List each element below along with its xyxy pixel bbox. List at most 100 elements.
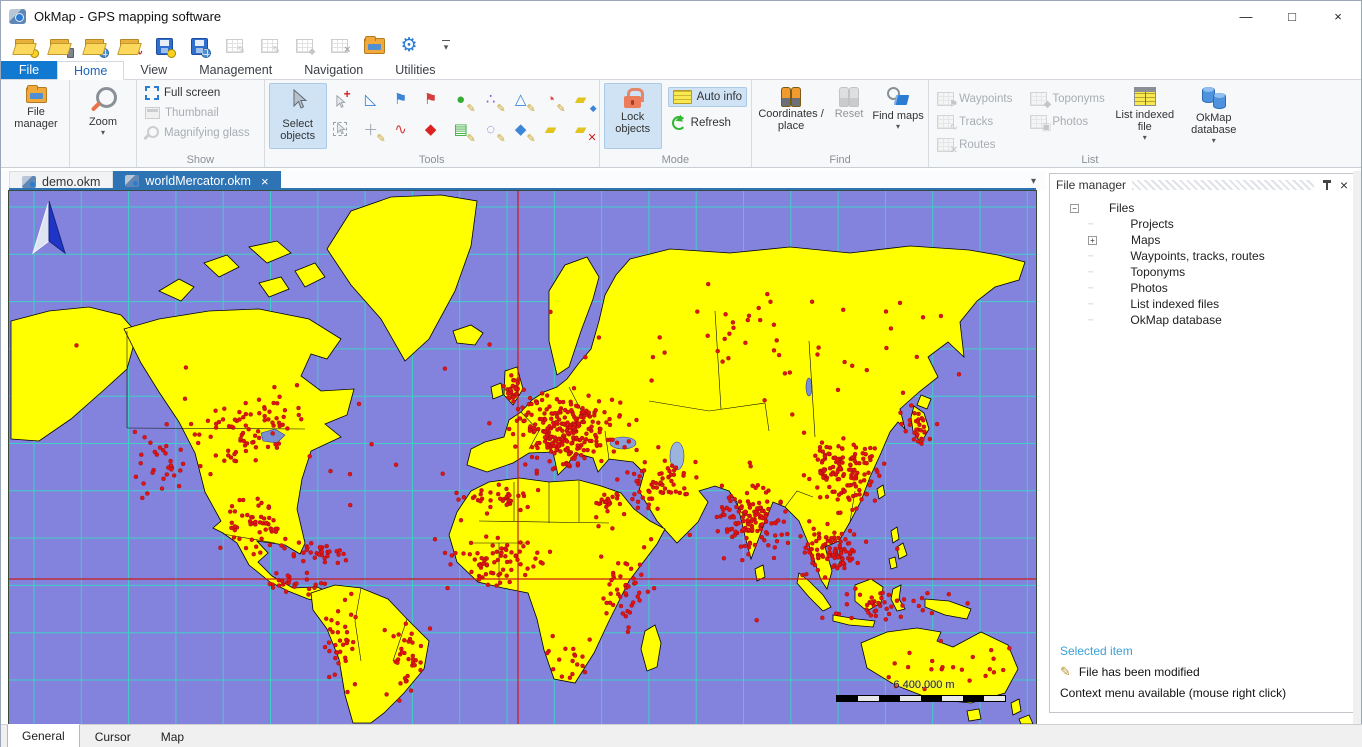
list-indexed-file-button[interactable]: List indexed file ▾	[1109, 83, 1181, 149]
draw-circle-tool[interactable]: ●✎	[447, 85, 475, 113]
zoom-button[interactable]: Zoom ▾	[74, 83, 132, 149]
lock-objects-button[interactable]: Lock objects	[604, 83, 662, 149]
open-web-map-button[interactable]	[81, 34, 107, 58]
database-icon	[1202, 87, 1226, 109]
window-title: OkMap - GPS mapping software	[34, 9, 221, 24]
tree-item-list-indexed-files[interactable]: ┄List indexed files	[1088, 296, 1354, 312]
tree-item-label: Files	[1109, 201, 1134, 215]
pencil-overlay-icon: ✎	[496, 102, 505, 115]
file-manager-home-button[interactable]	[361, 34, 387, 58]
tab-utilities[interactable]: Utilities	[379, 61, 451, 79]
tracks-list-button: ∿ Tracks	[933, 112, 1016, 132]
quick-access-toolbar: ∿✎✎◆×▾	[1, 31, 1361, 61]
grid-icon: ✎	[261, 39, 278, 53]
tree-item-label: Photos	[1130, 281, 1167, 295]
tree-item-label: Toponyms	[1130, 265, 1185, 279]
select-objects-button[interactable]: Select objects	[269, 83, 327, 149]
save-waypoints-button[interactable]	[151, 34, 177, 58]
map-canvas[interactable]: 6.400.000 m	[9, 191, 1036, 724]
pin-icon[interactable]	[1320, 178, 1334, 192]
insert-waypoint-tool[interactable]: ⚑	[387, 85, 415, 113]
chevron-down-icon: ▾	[101, 128, 105, 137]
world-map[interactable]	[9, 191, 1036, 724]
file-manager-button[interactable]: File manager	[7, 83, 65, 149]
panel-title: File manager	[1056, 178, 1126, 192]
ruler-tool[interactable]: ▰	[537, 115, 565, 143]
tree-item-toponyms[interactable]: ┄Toponyms	[1088, 264, 1354, 280]
tab-view[interactable]: View	[124, 61, 183, 79]
waypoints-list-button: ⚑ Waypoints	[933, 89, 1016, 109]
status-tab-map[interactable]: Map	[146, 725, 199, 747]
open-track-file-button[interactable]: ∿	[116, 34, 142, 58]
measure-ruler-tool[interactable]: ▰◆	[567, 85, 595, 113]
ribbon-group-tools: Select objects + ◺⚑⚑●✎∴✎△✎◔✎▰◆＋✎∿◆▤✎◌✎◆✎…	[264, 80, 599, 167]
photos-grid-icon: ▣	[1030, 115, 1047, 129]
tab-file[interactable]: File	[1, 61, 57, 79]
tree-item-photos[interactable]: ┄Photos	[1088, 280, 1354, 296]
pencil-overlay-icon: ✎	[466, 102, 475, 115]
draw-ellipse-tool[interactable]: ◌✎	[477, 115, 505, 143]
magnifying-glass-icon	[145, 126, 159, 140]
tab-management[interactable]: Management	[183, 61, 288, 79]
settings-gear-button[interactable]	[396, 34, 422, 58]
modified-text: File has been modified	[1079, 665, 1200, 679]
qat-overflow-button[interactable]: ▾	[437, 40, 455, 52]
status-tab-cursor[interactable]: Cursor	[80, 725, 146, 747]
panel-close-icon[interactable]: ×	[1340, 178, 1348, 192]
open-local-file-button[interactable]	[46, 34, 72, 58]
move-objects-tool[interactable]: ＋✎	[357, 115, 385, 143]
add-selection-cursor-button[interactable]: +	[329, 89, 351, 113]
draw-polygon-tool[interactable]: ◆✎	[507, 115, 535, 143]
draw-ellipse-tool-icon: ◌	[486, 121, 495, 138]
collapse-icon[interactable]: −	[1070, 204, 1079, 213]
tree-item-projects[interactable]: ┄Projects	[1088, 216, 1354, 232]
measure-segment-tool[interactable]: ◺	[357, 85, 385, 113]
save-web-map-button[interactable]	[186, 34, 212, 58]
insert-diamond-waypoint-tool-icon: ◆	[425, 120, 437, 138]
insert-note-tool[interactable]: ▤✎	[447, 115, 475, 143]
grid-icon: ◆	[296, 39, 313, 53]
tab-home[interactable]: Home	[57, 61, 124, 80]
pencil-overlay-icon: ✎	[526, 102, 535, 115]
tree-item-label: OkMap database	[1130, 313, 1221, 327]
ribbon-group-show: Full screen Thumbnail Magnifying glass S…	[136, 80, 264, 167]
okmap-database-button[interactable]: OkMap database ▾	[1181, 83, 1247, 149]
close-tab-icon[interactable]: ×	[261, 174, 269, 189]
grid-icon: ×	[331, 39, 348, 53]
coordinates-place-button[interactable]: Coordinates / place	[756, 83, 826, 149]
expand-icon[interactable]: +	[1088, 236, 1097, 245]
tree-item-maps[interactable]: +Maps	[1088, 232, 1354, 248]
insert-diamond-waypoint-tool[interactable]: ◆	[417, 115, 445, 143]
close-button[interactable]: ×	[1315, 1, 1361, 31]
measure-angle-tool[interactable]: ◔✎	[537, 85, 565, 113]
delete-measure-tool[interactable]: ▰✕	[567, 115, 595, 143]
toponyms-list-button: ◆ Toponyms	[1026, 89, 1108, 109]
find-map-icon	[887, 87, 909, 107]
draw-track-tool[interactable]: ∿	[387, 115, 415, 143]
draw-points-tool[interactable]: ∴✎	[477, 85, 505, 113]
draw-polyline-tool[interactable]: △✎	[507, 85, 535, 113]
refresh-button[interactable]: Refresh	[668, 113, 747, 133]
tab-list-dropdown[interactable]: ▾	[1031, 176, 1036, 187]
full-screen-button[interactable]: Full screen	[141, 83, 254, 103]
insert-toponym-tool[interactable]: ⚑	[417, 85, 445, 113]
overlay-icon: ◆	[590, 103, 597, 114]
chevron-down-icon: ▾	[1212, 136, 1216, 145]
open-project-button[interactable]	[11, 34, 37, 58]
binoculars-gray-icon	[839, 87, 859, 105]
globe-badge-icon	[99, 48, 109, 58]
tree-item-waypoints-tracks-routes[interactable]: ┄Waypoints, tracks, routes	[1088, 248, 1354, 264]
minimize-button[interactable]: —	[1223, 1, 1269, 31]
tab-navigation[interactable]: Navigation	[288, 61, 379, 79]
status-tab-general[interactable]: General	[7, 724, 80, 747]
fullscreen-icon	[145, 86, 159, 100]
find-maps-button[interactable]: Find maps ▾	[872, 83, 924, 149]
tree-item-files[interactable]: − Files	[1070, 200, 1354, 216]
tree-item-okmap-database[interactable]: ┄OkMap database	[1088, 312, 1354, 328]
maximize-button[interactable]: □	[1269, 1, 1315, 31]
chevron-down-icon: ▾	[896, 122, 900, 131]
auto-info-button[interactable]: Auto info	[668, 87, 747, 107]
rect-selection-cursor-button[interactable]	[329, 117, 351, 141]
status-bar: General Cursor Map	[1, 724, 1362, 747]
disk-icon	[191, 38, 208, 55]
